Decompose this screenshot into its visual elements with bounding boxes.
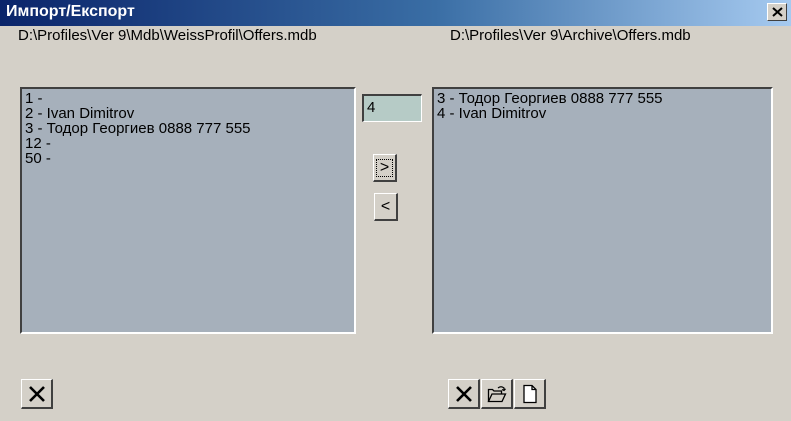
- list-item[interactable]: 1 -: [25, 91, 351, 106]
- open-button[interactable]: [481, 379, 513, 409]
- list-item[interactable]: 12 -: [25, 136, 351, 151]
- list-item[interactable]: 50 -: [25, 151, 351, 166]
- delete-source-button[interactable]: [21, 379, 53, 409]
- delete-target-button[interactable]: [448, 379, 480, 409]
- close-button[interactable]: [767, 3, 787, 21]
- delete-icon: [455, 385, 472, 402]
- source-database-path: D:\Profiles\Ver 9\Mdb\WeissProfil\Offers…: [18, 27, 317, 44]
- list-item[interactable]: 3 - Тодор Георгиев 0888 777 555: [437, 91, 768, 106]
- target-database-path: D:\Profiles\Ver 9\Archive\Offers.mdb: [450, 27, 691, 44]
- list-item[interactable]: 3 - Тодор Георгиев 0888 777 555: [25, 121, 351, 136]
- new-button[interactable]: [514, 379, 546, 409]
- list-item[interactable]: 2 - Ivan Dimitrov: [25, 106, 351, 121]
- target-offers-list[interactable]: 3 - Тодор Георгиев 0888 777 555 4 - Ivan…: [432, 87, 773, 334]
- number-input[interactable]: 4: [362, 94, 422, 122]
- move-left-button[interactable]: <: [374, 193, 398, 221]
- window-title: Импорт/Експорт: [6, 3, 135, 20]
- source-offers-list[interactable]: 1 - 2 - Ivan Dimitrov 3 - Тодор Георгиев…: [20, 87, 356, 334]
- title-bar[interactable]: Импорт/Експорт: [0, 0, 791, 26]
- new-document-icon: [522, 384, 537, 403]
- close-icon: [772, 7, 783, 17]
- move-right-label: >: [375, 158, 394, 177]
- move-right-button[interactable]: >: [373, 154, 397, 182]
- import-export-window: Импорт/Експорт D:\Profiles\Ver 9\Mdb\Wei…: [0, 0, 791, 421]
- delete-icon: [28, 385, 45, 402]
- open-folder-icon: [486, 385, 507, 402]
- list-item[interactable]: 4 - Ivan Dimitrov: [437, 106, 768, 121]
- move-left-label: <: [380, 197, 391, 215]
